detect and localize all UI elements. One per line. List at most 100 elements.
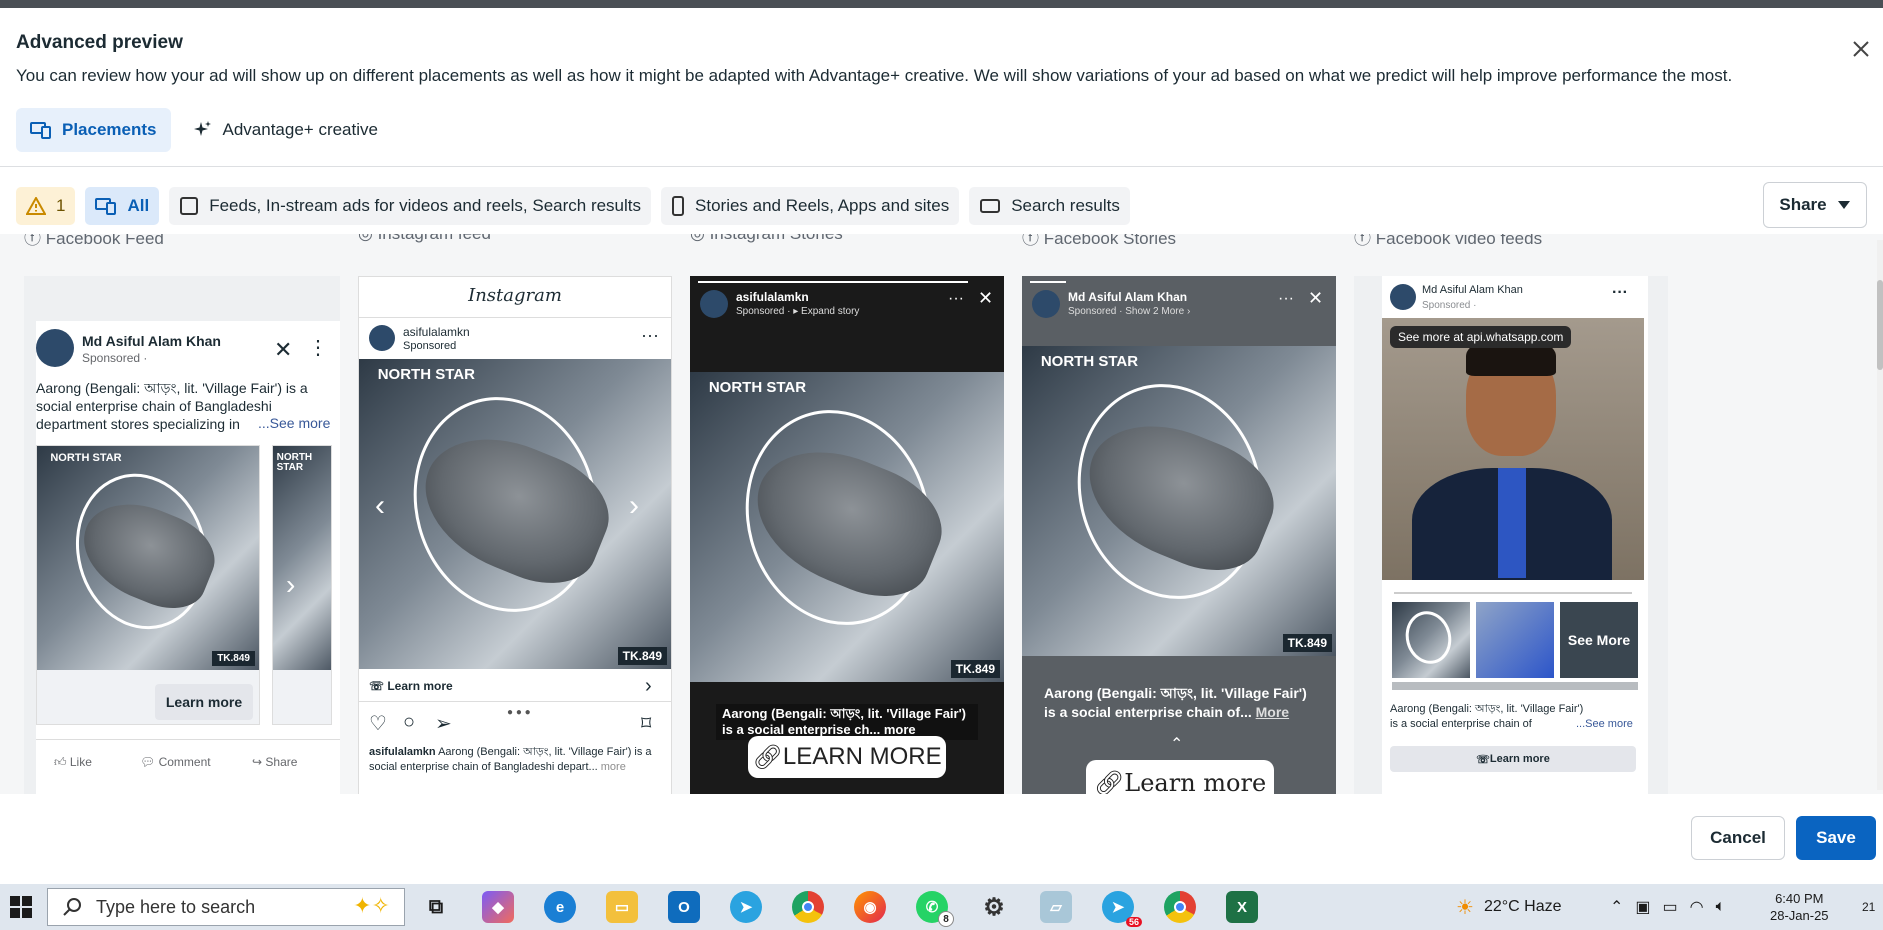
carousel-thumb-1[interactable] [1392, 602, 1470, 678]
like-button[interactable]: 👍︎ Like [54, 755, 92, 770]
more-vertical-icon[interactable]: ⋮ [308, 335, 328, 360]
clock-date: 28-Jan-25 [1770, 908, 1829, 923]
section-label-facebook-stories: ⓕ Facebook Stories [1022, 234, 1176, 249]
taskbar-search-box[interactable]: Type here to search ✦✧ [47, 888, 405, 926]
ig-stories-handle[interactable]: asifulalamkn [736, 290, 809, 304]
chrome-center [1174, 901, 1186, 913]
tab-placements-label: Placements [62, 120, 157, 139]
filter-feeds[interactable]: Feeds, In-stream ads for videos and reel… [169, 187, 652, 225]
more-horizontal-icon[interactable]: ··· [948, 290, 964, 308]
divider [36, 739, 340, 740]
caption-more[interactable]: more [884, 722, 916, 737]
more-horizontal-icon[interactable]: ··· [1612, 284, 1628, 302]
copilot-icon[interactable]: ◆ [482, 891, 514, 923]
warning-icon [26, 197, 46, 215]
learn-more-button[interactable]: 🔗︎ Learn more [1086, 760, 1274, 794]
bookmark-icon[interactable]: ⌑ [641, 711, 651, 736]
fb-stories-caption: Aarong (Bengali: আড়ং, lit. 'Village Fai… [1044, 684, 1320, 722]
tab-advantage-label: Advantage+ creative [222, 120, 378, 139]
see-more-tile[interactable]: See More [1560, 602, 1638, 678]
carousel-card-2[interactable]: NORTH STAR [272, 445, 332, 725]
section-label-instagram-stories: ◎ Instagram Stories [690, 234, 843, 244]
clock[interactable]: 6:40 PM 28-Jan-25 [1770, 884, 1829, 930]
ig-feed-handle[interactable]: asifulalamkn [403, 325, 470, 339]
link-overlay[interactable]: See more at api.whatsapp.com [1390, 326, 1572, 348]
carousel-card-1[interactable]: NORTH STAR TK.849 Learn more [36, 445, 260, 725]
carousel-thumb-2[interactable] [1476, 602, 1554, 678]
ig-feed-learn-more[interactable]: ☏ Learn more [369, 679, 453, 693]
more-horizontal-icon[interactable]: ··· [641, 325, 659, 346]
chevron-up-icon[interactable]: ⌃ [1170, 734, 1183, 754]
tab-advantage-creative[interactable]: Advantage+ creative [179, 108, 392, 152]
brand-logo: NORTH STAR [276, 451, 313, 473]
wifi-icon[interactable]: ◠ [1690, 897, 1704, 917]
fb-feed-see-more[interactable]: ...See more [258, 415, 331, 431]
telegram-badge: 56 [1125, 917, 1142, 927]
price-tag: TK.849 [1282, 634, 1332, 652]
learn-more-button[interactable]: ☏ Learn more [1390, 746, 1636, 772]
task-view-icon[interactable]: ⧉ [420, 891, 452, 923]
settings-gear-icon[interactable]: ⚙ [978, 891, 1010, 923]
chevron-left-icon[interactable]: ‹ [375, 489, 385, 523]
share-button[interactable]: Share [1763, 182, 1867, 228]
cancel-button[interactable]: Cancel [1691, 816, 1785, 860]
heart-icon[interactable]: ♡ [369, 711, 387, 736]
fb-stories-author[interactable]: Md Asiful Alam Khan [1068, 290, 1187, 304]
telegram-icon[interactable]: ➤ [730, 891, 762, 923]
chevron-up-icon[interactable]: ⌃ [1610, 897, 1623, 917]
fb-video-author[interactable]: Md Asiful Alam Khan [1422, 284, 1523, 296]
save-button[interactable]: Save [1796, 816, 1876, 860]
learn-more-label: Learn more [1124, 769, 1267, 794]
comment-icon[interactable]: ○ [403, 711, 415, 734]
close-icon[interactable]: ✕ [978, 288, 993, 309]
chrome-icon[interactable] [792, 891, 824, 923]
edge-icon[interactable]: e [544, 891, 576, 923]
whatsapp-icon[interactable]: ✆ 8 [916, 891, 954, 927]
telegram-icon-2[interactable]: ➤ 56 [1102, 891, 1142, 927]
filter-all[interactable]: All [85, 187, 160, 225]
notification-count[interactable]: 21 [1862, 884, 1875, 930]
windows-start-icon[interactable] [10, 896, 32, 918]
file-explorer-icon[interactable]: ▭ [606, 891, 638, 923]
notes-app-icon[interactable]: ▱ [1040, 891, 1072, 923]
instagram-feed-preview: Instagram asifulalamkn Sponsored ··· NOR… [358, 276, 672, 794]
close-icon[interactable]: ✕ [1308, 288, 1323, 309]
filter-stories[interactable]: Stories and Reels, Apps and sites [661, 187, 960, 225]
chrome-profile-icon[interactable] [1164, 891, 1196, 923]
caption-more[interactable]: more [601, 761, 626, 773]
close-icon[interactable]: ✕ [274, 337, 292, 363]
close-icon[interactable] [1850, 38, 1872, 60]
scrollbar-thumb[interactable] [1877, 280, 1883, 370]
chevron-right-icon[interactable]: › [629, 489, 639, 523]
fb-video-post: Md Asiful Alam Khan Sponsored · ··· See … [1382, 276, 1648, 794]
share-post-button[interactable]: ↪ Share [252, 755, 297, 769]
learn-more-button[interactable]: 🔗︎ LEARN MORE [748, 736, 946, 778]
chevron-right-icon[interactable]: › [286, 569, 295, 601]
search-placeholder: Type here to search [96, 896, 256, 917]
battery-icon[interactable]: ▭ [1663, 897, 1678, 917]
fb-feed-author[interactable]: Md Asiful Alam Khan [82, 333, 221, 349]
outlook-icon[interactable]: O [668, 891, 700, 923]
excel-icon[interactable]: X [1226, 891, 1258, 923]
fb-stories-meta[interactable]: Sponsored · Show 2 More › [1068, 306, 1190, 317]
weather-widget[interactable]: ☀ 22°C Haze [1456, 884, 1561, 930]
firefox-icon[interactable]: ◉ [854, 891, 886, 923]
comment-button[interactable]: 💬︎ Comment [140, 755, 211, 769]
caption-more[interactable]: More [1256, 704, 1289, 720]
whatsapp-badge: 8 [938, 911, 954, 927]
weather-icon: ☀ [1456, 896, 1474, 919]
volume-icon[interactable]: 🔈︎ [1716, 898, 1726, 916]
filter-search[interactable]: Search results [969, 187, 1130, 225]
fb-video-see-more[interactable]: ...See more [1576, 718, 1633, 730]
learn-more-button[interactable]: Learn more [155, 684, 253, 720]
tab-placements[interactable]: Placements [16, 108, 171, 152]
send-icon[interactable]: ➢ [435, 711, 452, 736]
meet-icon[interactable]: ▣ [1635, 897, 1650, 917]
clock-time: 6:40 PM [1775, 891, 1824, 906]
horizontal-scrollbar[interactable] [1392, 682, 1638, 690]
carousel-indicator [1394, 592, 1632, 594]
warning-chip[interactable]: 1 [16, 187, 76, 225]
brand-logo: NORTH STAR [377, 366, 475, 384]
chevron-right-icon[interactable]: › [645, 675, 652, 698]
more-horizontal-icon[interactable]: ··· [1278, 290, 1294, 308]
